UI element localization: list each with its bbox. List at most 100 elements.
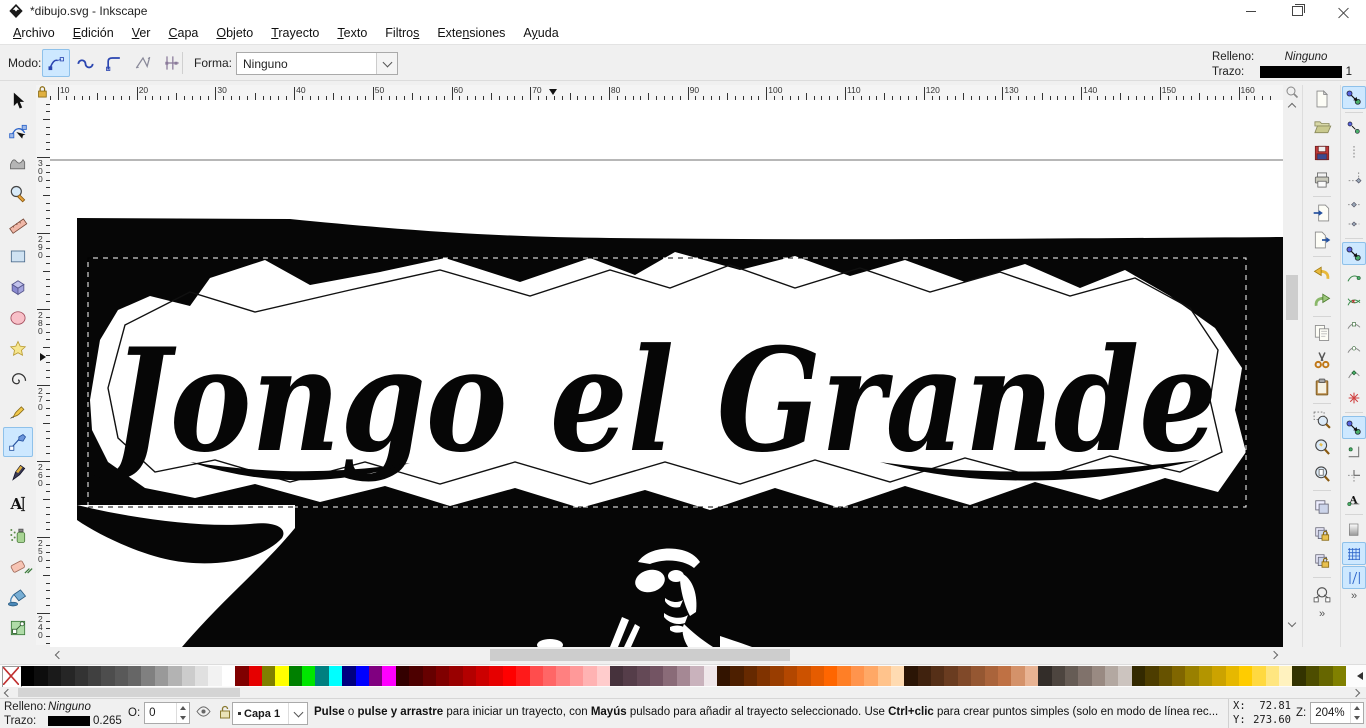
palette-swatch[interactable]	[904, 666, 919, 686]
print-button[interactable]	[1308, 167, 1336, 193]
palette-swatch[interactable]	[34, 666, 49, 686]
snap-midpoints-button[interactable]	[1342, 362, 1366, 385]
palette-swatch[interactable]	[864, 666, 879, 686]
snapbar-overflow-button[interactable]: »	[1341, 590, 1366, 602]
artwork-title-text[interactable]: Jongo el Grande	[92, 318, 1217, 484]
palette-swatch[interactable]	[21, 666, 35, 686]
menu-edicion[interactable]: Edición	[64, 23, 123, 43]
star-tool-button[interactable]	[3, 334, 33, 364]
palette-swatch[interactable]	[797, 666, 812, 686]
close-button[interactable]	[1320, 0, 1366, 22]
palette-swatch[interactable]	[342, 666, 357, 686]
scroll-left-arrow[interactable]	[50, 648, 66, 662]
palette-swatch[interactable]	[1118, 666, 1133, 686]
palette-swatch[interactable]	[810, 666, 825, 686]
restore-button[interactable]	[1274, 0, 1320, 22]
vertical-scroll-thumb[interactable]	[1286, 275, 1298, 320]
zoom-corner-icon[interactable]	[1285, 85, 1299, 99]
layer-lock-icon[interactable]	[219, 705, 231, 719]
snap-bbox-edges-button[interactable]	[1342, 140, 1366, 163]
snap-rotation-centers-button[interactable]	[1342, 416, 1366, 439]
palette-swatch[interactable]	[663, 666, 678, 686]
no-color-swatch[interactable]	[2, 666, 22, 688]
mode-spiro-button[interactable]	[71, 49, 99, 77]
zoom-selection-button[interactable]	[1308, 407, 1336, 433]
palette-swatch[interactable]	[623, 666, 638, 686]
bezier-pen-tool-button[interactable]	[3, 427, 33, 457]
vertical-scrollbar[interactable]	[1284, 85, 1300, 645]
palette-swatch[interactable]	[248, 666, 263, 686]
menu-ayuda[interactable]: Ayuda	[514, 23, 567, 43]
snap-text-baseline-button[interactable]: A	[1342, 488, 1366, 511]
ellipse-tool-button[interactable]	[3, 303, 33, 333]
palette-swatch[interactable]	[676, 666, 691, 686]
palette-swatch[interactable]	[368, 666, 383, 686]
palette-swatch[interactable]	[47, 666, 62, 686]
palette-swatch[interactable]	[583, 666, 597, 686]
palette-swatch[interactable]	[998, 666, 1012, 686]
palette-swatch[interactable]	[275, 666, 290, 686]
palette-swatch[interactable]	[877, 666, 892, 686]
palette-swatch[interactable]	[288, 666, 303, 686]
palette-swatch[interactable]	[650, 666, 664, 686]
palette-swatch[interactable]	[690, 666, 705, 686]
pencil-tool-button[interactable]	[3, 396, 33, 426]
palette-swatch[interactable]	[235, 666, 250, 686]
cmdbar-overflow-button[interactable]: »	[1303, 608, 1341, 620]
unlink-clone-button[interactable]	[1308, 548, 1336, 574]
palette-scrollbar[interactable]	[0, 687, 1366, 698]
palette-swatch[interactable]	[596, 666, 611, 686]
palette-swatch[interactable]	[850, 666, 865, 686]
palette-swatch[interactable]	[395, 666, 410, 686]
palette-swatch[interactable]	[569, 666, 584, 686]
palette-swatch[interactable]	[422, 666, 437, 686]
duplicate-button[interactable]	[1308, 494, 1336, 520]
layer-visibility-icon[interactable]	[196, 705, 211, 719]
import-button[interactable]	[1308, 200, 1336, 226]
palette-swatch[interactable]	[984, 666, 999, 686]
palette-swatch[interactable]	[636, 666, 651, 686]
palette-swatch[interactable]	[74, 666, 89, 686]
palette-swatch[interactable]	[194, 666, 209, 686]
palette-swatch[interactable]	[409, 666, 423, 686]
palette-swatch[interactable]	[1091, 666, 1106, 686]
snap-paths-button[interactable]	[1342, 266, 1366, 289]
mode-bezier-button[interactable]	[42, 49, 70, 77]
calligraphy-tool-button[interactable]	[3, 458, 33, 488]
palette-swatch[interactable]	[837, 666, 852, 686]
palette-swatch[interactable]	[181, 666, 196, 686]
redo-button[interactable]	[1308, 287, 1336, 313]
palette-swatch[interactable]	[890, 666, 905, 686]
palette-swatch[interactable]	[770, 666, 785, 686]
stroke-color-swatch[interactable]	[1260, 65, 1342, 78]
toolbox-overflow-chevron[interactable]	[24, 565, 33, 574]
spray-tool-button[interactable]	[3, 520, 33, 550]
palette-scroll-left-arrow[interactable]	[0, 687, 14, 698]
menu-capa[interactable]: Capa	[159, 23, 207, 43]
palette-swatch[interactable]	[141, 666, 156, 686]
snap-grid-button[interactable]	[1342, 542, 1366, 565]
palette-swatch[interactable]	[1319, 666, 1334, 686]
horizontal-ruler[interactable]: 10 20 30 40 50 60 70 80 90 100 110 120 130 140 150 160	[50, 85, 1283, 101]
palette-swatch[interactable]	[61, 666, 76, 686]
palette-swatch[interactable]	[302, 666, 316, 686]
document-new-button[interactable]	[1308, 86, 1336, 112]
palette-swatch[interactable]	[355, 666, 370, 686]
palette-swatch[interactable]	[971, 666, 986, 686]
menu-archivo[interactable]: Archivo	[4, 23, 64, 43]
palette-swatch[interactable]	[1064, 666, 1079, 686]
measure-tool-button[interactable]	[3, 210, 33, 240]
horizontal-scrollbar[interactable]	[50, 647, 1283, 663]
mode-bspline-button[interactable]	[100, 49, 128, 77]
palette-swatch[interactable]	[476, 666, 490, 686]
document-save-button[interactable]	[1308, 140, 1336, 166]
palette-swatch[interactable]	[114, 666, 129, 686]
palette-swatch[interactable]	[730, 666, 745, 686]
menu-texto[interactable]: Texto	[328, 23, 376, 43]
palette-swatch[interactable]	[783, 666, 798, 686]
snap-bbox-corners-button[interactable]	[1342, 164, 1366, 187]
palette-swatch[interactable]	[87, 666, 102, 686]
palette-swatch[interactable]	[757, 666, 771, 686]
snap-cusp-nodes-button[interactable]	[1342, 314, 1366, 337]
palette-swatch[interactable]	[208, 666, 223, 686]
